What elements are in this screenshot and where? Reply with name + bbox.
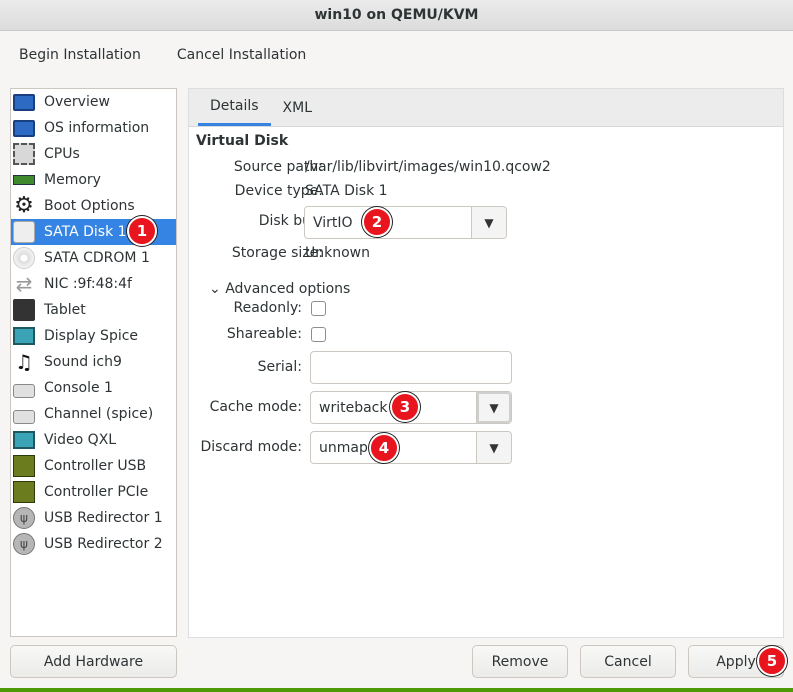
monitor-icon [13,93,35,111]
window-title: win10 on QEMU/KVM [314,7,479,23]
channel-icon [13,410,35,424]
step-marker-1: 1 [127,216,157,246]
cpu-chip-icon [13,143,35,165]
hard-disk-icon [13,221,35,243]
sidebar-item-label: Video QXL [44,432,117,448]
sidebar-item-usb-redirector-1[interactable]: ψ USB Redirector 1 [11,505,176,531]
sidebar-item-usb-redirector-2[interactable]: ψ USB Redirector 2 [11,531,176,557]
sidebar-item-display-spice[interactable]: Display Spice [11,323,176,349]
step-marker-5: 5 [757,646,787,676]
begin-installation-button[interactable]: Begin Installation [19,47,141,63]
sidebar-item-label: NIC :9f:48:4f [44,276,132,292]
chevron-down-icon: ⌄ [209,281,221,297]
usb-icon: ψ [13,507,35,529]
shareable-label: Shareable: [226,326,302,342]
chevron-down-icon[interactable]: ▼ [471,207,506,238]
video-icon [13,431,35,449]
advanced-options-expander[interactable]: ⌄ Advanced options [209,281,350,297]
controller-icon [13,481,35,503]
sound-icon: ♫ [15,350,33,374]
menu-bar: Begin Installation Cancel Installation [0,31,793,79]
tab-bar: Details XML [189,89,783,127]
source-path-value: /var/lib/libvirt/images/win10.qcow2 [305,159,551,175]
sidebar-item-label: CPUs [44,146,80,162]
sidebar-item-overview[interactable]: Overview [11,89,176,115]
sidebar-item-channel-spice[interactable]: Channel (spice) [11,401,176,427]
readonly-checkbox[interactable] [311,301,326,316]
console-icon [13,384,35,398]
sidebar-item-label: SATA CDROM 1 [44,250,150,266]
step-marker-2: 2 [362,207,392,237]
sidebar-item-boot-options[interactable]: ⚙ Boot Options [11,193,176,219]
sidebar-item-label: Memory [44,172,101,188]
desktop-edge [0,688,793,692]
advanced-options-label: Advanced options [225,281,351,297]
device-type-value: SATA Disk 1 [305,183,388,199]
remove-button[interactable]: Remove [472,645,568,678]
add-hardware-button[interactable]: Add Hardware [10,645,177,678]
cancel-installation-button[interactable]: Cancel Installation [177,47,306,63]
hardware-list: Overview OS information CPUs Memory ⚙ Bo… [10,88,177,637]
tab-xml[interactable]: XML [271,89,324,126]
cache-mode-label: Cache mode: [209,399,302,415]
display-icon [13,327,35,345]
gear-icon: ⚙ [14,193,34,218]
sidebar-item-label: Display Spice [44,328,139,344]
readonly-label: Readonly: [233,300,303,316]
sidebar-item-label: USB Redirector 1 [44,510,163,526]
chevron-down-icon[interactable]: ▼ [476,432,511,463]
sidebar-item-label: Channel (spice) [44,406,154,422]
sidebar-item-video-qxl[interactable]: Video QXL [11,427,176,453]
sidebar-item-os-information[interactable]: OS information [11,115,176,141]
sidebar-item-controller-usb[interactable]: Controller USB [11,453,176,479]
sidebar-item-label: Overview [44,94,110,110]
sidebar-item-controller-pcie[interactable]: Controller PCIe [11,479,176,505]
monitor-icon [13,119,35,137]
sidebar-item-label: Controller USB [44,458,147,474]
disk-bus-combo[interactable]: VirtIO ▼ [304,206,507,239]
sidebar-item-label: SATA Disk 1 [44,224,127,240]
sidebar-item-label: Sound ich9 [44,354,122,370]
sidebar-item-cpus[interactable]: CPUs [11,141,176,167]
usb-icon: ψ [13,533,35,555]
sidebar-item-label: USB Redirector 2 [44,536,163,552]
serial-input[interactable] [310,351,512,384]
sidebar-item-nic[interactable]: ⇄ NIC :9f:48:4f [11,271,176,297]
sidebar-item-tablet[interactable]: Tablet [11,297,176,323]
storage-size-value: Unknown [305,245,370,261]
details-panel: Details XML Virtual Disk Source path: /v… [188,88,784,638]
step-marker-3: 3 [390,392,420,422]
shareable-checkbox[interactable] [311,327,326,342]
sidebar-item-memory[interactable]: Memory [11,167,176,193]
sidebar-item-label: Console 1 [44,380,113,396]
controller-icon [13,455,35,477]
tab-details[interactable]: Details [198,89,271,126]
sidebar-item-label: Controller PCIe [44,484,149,500]
sidebar-item-sata-cdrom-1[interactable]: SATA CDROM 1 [11,245,176,271]
chevron-down-icon[interactable]: ▼ [476,392,511,423]
cdrom-icon [13,247,35,269]
sidebar-item-sound-ich9[interactable]: ♫ Sound ich9 [11,349,176,375]
tablet-icon [13,299,35,321]
sidebar-item-console-1[interactable]: Console 1 [11,375,176,401]
serial-label: Serial: [257,359,302,375]
discard-mode-label: Discard mode: [200,439,302,455]
sidebar-item-label: Tablet [44,302,86,318]
step-marker-4: 4 [369,433,399,463]
window-titlebar: win10 on QEMU/KVM [0,0,793,31]
memory-icon [13,175,35,185]
section-title: Virtual Disk [196,133,289,149]
network-icon: ⇄ [15,272,33,296]
discard-mode-combo[interactable]: unmap ▼ [310,431,512,464]
cancel-button[interactable]: Cancel [580,645,676,678]
sidebar-item-label: Boot Options [44,198,135,214]
sidebar-item-label: OS information [44,120,150,136]
